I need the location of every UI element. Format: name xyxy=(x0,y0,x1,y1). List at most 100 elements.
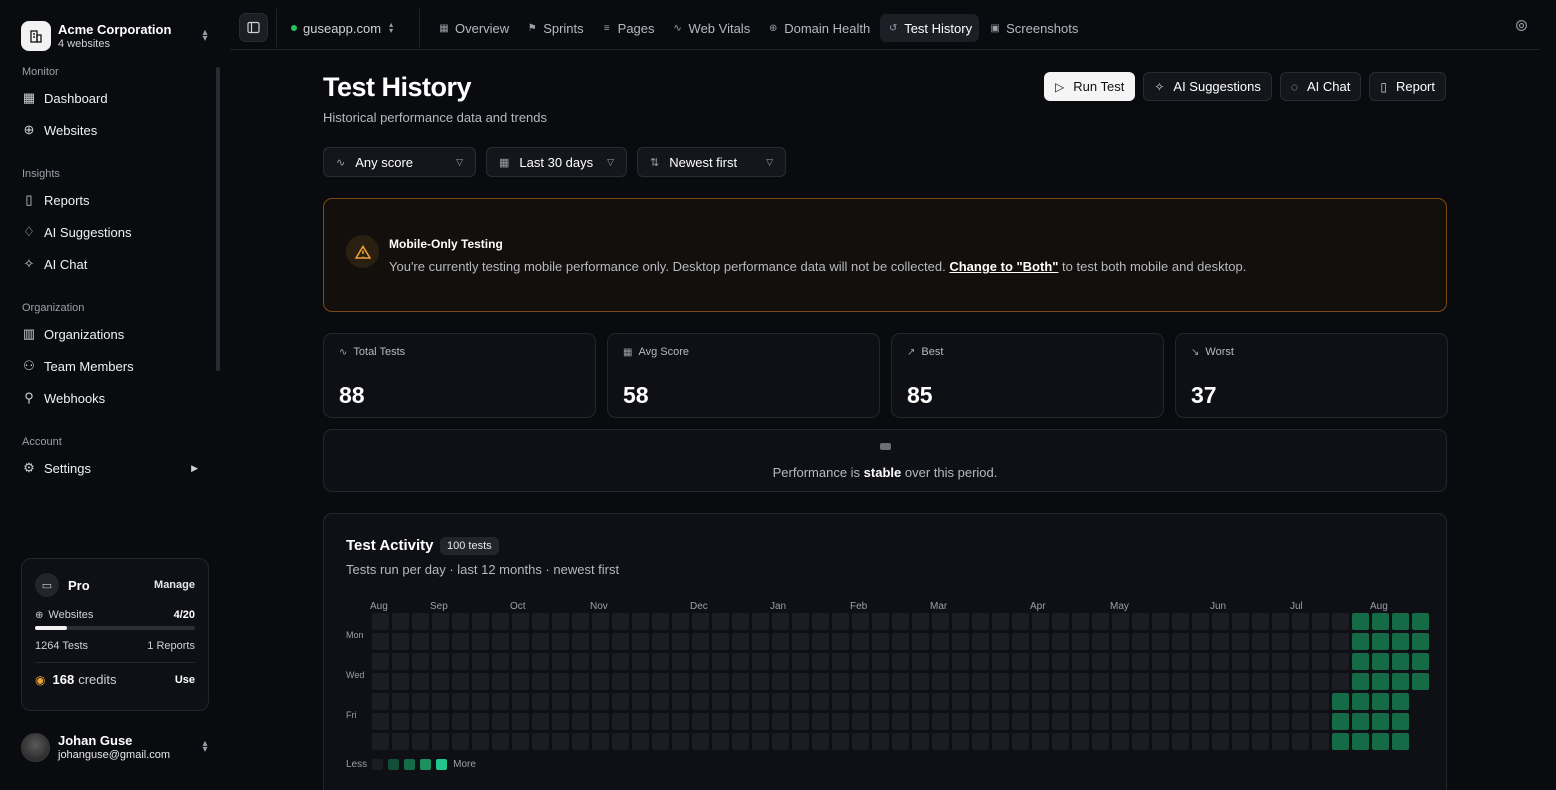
heatmap-cell[interactable] xyxy=(1352,613,1369,630)
heatmap-cell[interactable] xyxy=(1352,653,1369,670)
heatmap-cell[interactable] xyxy=(1192,693,1209,710)
heatmap-cell[interactable] xyxy=(572,653,589,670)
heatmap-cell[interactable] xyxy=(752,613,769,630)
heatmap-cell[interactable] xyxy=(1172,693,1189,710)
heatmap-cell[interactable] xyxy=(472,613,489,630)
heatmap-cell[interactable] xyxy=(1272,733,1289,750)
heatmap-cell[interactable] xyxy=(1092,633,1109,650)
heatmap-cell[interactable] xyxy=(1332,693,1349,710)
heatmap-cell[interactable] xyxy=(1372,653,1389,670)
heatmap-cell[interactable] xyxy=(432,693,449,710)
heatmap-cell[interactable] xyxy=(1212,673,1229,690)
heatmap-cell[interactable] xyxy=(432,733,449,750)
heatmap-cell[interactable] xyxy=(912,713,929,730)
heatmap-cell[interactable] xyxy=(372,613,389,630)
heatmap-cell[interactable] xyxy=(1272,653,1289,670)
heatmap-cell[interactable] xyxy=(432,673,449,690)
heatmap-cell[interactable] xyxy=(992,633,1009,650)
ai-suggestions-button[interactable]: ✧ AI Suggestions xyxy=(1143,72,1272,101)
heatmap-cell[interactable] xyxy=(1232,673,1249,690)
heatmap-cell[interactable] xyxy=(1312,673,1329,690)
heatmap-cell[interactable] xyxy=(452,693,469,710)
sidebar-item-ai-chat[interactable]: ✧ AI Chat xyxy=(0,248,224,280)
heatmap-cell[interactable] xyxy=(632,613,649,630)
heatmap-cell[interactable] xyxy=(1072,733,1089,750)
heatmap-cell[interactable] xyxy=(612,653,629,670)
heatmap-cell[interactable] xyxy=(372,653,389,670)
heatmap-cell[interactable] xyxy=(1132,673,1149,690)
heatmap-cell[interactable] xyxy=(392,673,409,690)
heatmap-cell[interactable] xyxy=(612,733,629,750)
heatmap-cell[interactable] xyxy=(512,713,529,730)
org-switcher[interactable]: Acme Corporation 4 websites ▴ ▾ xyxy=(21,19,211,53)
heatmap-cell[interactable] xyxy=(1252,613,1269,630)
heatmap-cell[interactable] xyxy=(1172,633,1189,650)
heatmap-cell[interactable] xyxy=(1152,733,1169,750)
heatmap-cell[interactable] xyxy=(1252,673,1269,690)
heatmap-cell[interactable] xyxy=(772,673,789,690)
heatmap-cell[interactable] xyxy=(852,693,869,710)
heatmap-cell[interactable] xyxy=(672,613,689,630)
heatmap-cell[interactable] xyxy=(952,673,969,690)
heatmap-cell[interactable] xyxy=(952,633,969,650)
heatmap-cell[interactable] xyxy=(972,693,989,710)
heatmap-cell[interactable] xyxy=(372,693,389,710)
heatmap-cell[interactable] xyxy=(492,613,509,630)
site-select[interactable]: guseapp.com ▴ ▾ xyxy=(291,14,393,42)
heatmap-cell[interactable] xyxy=(552,693,569,710)
heatmap-cell[interactable] xyxy=(752,673,769,690)
heatmap-cell[interactable] xyxy=(652,693,669,710)
heatmap-cell[interactable] xyxy=(1332,713,1349,730)
heatmap-cell[interactable] xyxy=(732,733,749,750)
heatmap-cell[interactable] xyxy=(912,693,929,710)
heatmap-cell[interactable] xyxy=(612,613,629,630)
heatmap-cell[interactable] xyxy=(1272,633,1289,650)
heatmap-cell[interactable] xyxy=(1112,653,1129,670)
heatmap-cell[interactable] xyxy=(1132,693,1149,710)
sidebar-item-reports[interactable]: ▯ Reports xyxy=(0,184,224,216)
heatmap-cell[interactable] xyxy=(712,673,729,690)
heatmap-cell[interactable] xyxy=(412,693,429,710)
heatmap-cell[interactable] xyxy=(472,673,489,690)
heatmap-cell[interactable] xyxy=(1292,653,1309,670)
heatmap-cell[interactable] xyxy=(592,733,609,750)
heatmap-cell[interactable] xyxy=(572,693,589,710)
heatmap-cell[interactable] xyxy=(872,693,889,710)
heatmap-cell[interactable] xyxy=(652,653,669,670)
heatmap-cell[interactable] xyxy=(572,613,589,630)
heatmap-cell[interactable] xyxy=(1052,693,1069,710)
heatmap-cell[interactable] xyxy=(1392,613,1409,630)
heatmap-cell[interactable] xyxy=(1032,633,1049,650)
heatmap-cell[interactable] xyxy=(852,653,869,670)
heatmap-cell[interactable] xyxy=(792,713,809,730)
heatmap-cell[interactable] xyxy=(532,733,549,750)
heatmap-cell[interactable] xyxy=(1012,613,1029,630)
heatmap-cell[interactable] xyxy=(592,713,609,730)
heatmap-cell[interactable] xyxy=(1132,633,1149,650)
heatmap-cell[interactable] xyxy=(472,733,489,750)
heatmap-cell[interactable] xyxy=(1112,613,1129,630)
heatmap-cell[interactable] xyxy=(1012,653,1029,670)
heatmap-cell[interactable] xyxy=(1412,673,1429,690)
heatmap-cell[interactable] xyxy=(572,713,589,730)
heatmap-cell[interactable] xyxy=(632,713,649,730)
heatmap-cell[interactable] xyxy=(1392,633,1409,650)
heatmap-cell[interactable] xyxy=(1172,613,1189,630)
heatmap-cell[interactable] xyxy=(812,633,829,650)
heatmap-cell[interactable] xyxy=(892,733,909,750)
heatmap-cell[interactable] xyxy=(1192,713,1209,730)
heatmap-cell[interactable] xyxy=(1152,653,1169,670)
heatmap-cell[interactable] xyxy=(652,613,669,630)
heatmap-cell[interactable] xyxy=(412,633,429,650)
heatmap-cell[interactable] xyxy=(1292,693,1309,710)
heatmap-cell[interactable] xyxy=(1272,713,1289,730)
heatmap-cell[interactable] xyxy=(872,633,889,650)
heatmap-cell[interactable] xyxy=(872,653,889,670)
heatmap-cell[interactable] xyxy=(752,693,769,710)
heatmap-cell[interactable] xyxy=(372,673,389,690)
heatmap-cell[interactable] xyxy=(992,693,1009,710)
heatmap-cell[interactable] xyxy=(932,713,949,730)
heatmap-cell[interactable] xyxy=(632,653,649,670)
heatmap-cell[interactable] xyxy=(792,653,809,670)
heatmap-cell[interactable] xyxy=(752,653,769,670)
